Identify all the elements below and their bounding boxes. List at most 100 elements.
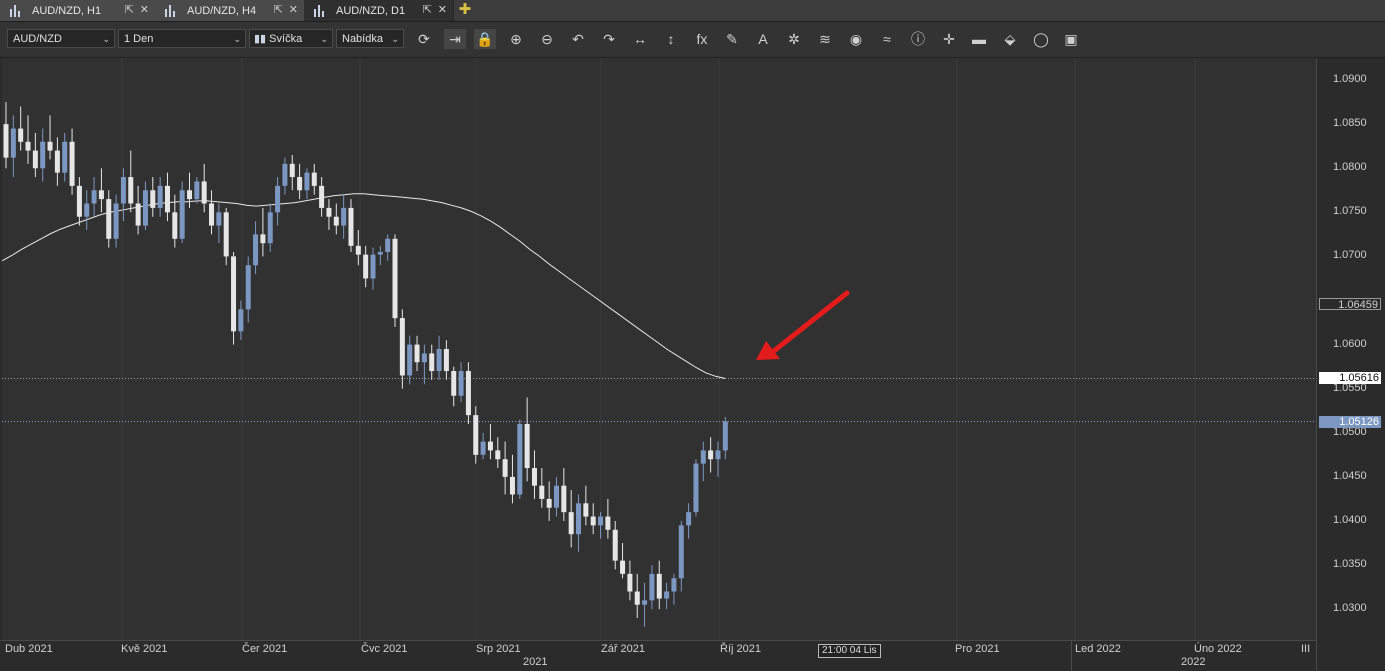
axis-corner	[1316, 640, 1385, 670]
price-chart[interactable]	[1, 58, 1316, 640]
candle-body	[179, 190, 185, 239]
tab-aud-nzd-h4[interactable]: AUD/NZD, H4 ⇱ ✕	[155, 0, 305, 21]
candle-body	[69, 141, 75, 186]
price-axis[interactable]: 1.0900 1.0850 1.0800 1.0750 1.0700 1.0600 1.05…	[1316, 58, 1385, 640]
tab-aud-nzd-d1[interactable]: AUD/NZD, D1 ⇱ ✕	[304, 0, 454, 21]
candle-body	[407, 344, 413, 376]
candle-body	[392, 238, 398, 319]
fit-horizontal-icon[interactable]: ↔	[629, 29, 651, 49]
candle-body	[554, 485, 559, 508]
fill-icon[interactable]: ⬙	[999, 29, 1021, 49]
cursor-icon[interactable]: ✛	[938, 29, 960, 49]
refresh-icon[interactable]: ⟳	[413, 29, 435, 49]
chart-type-value: Svíčka	[269, 33, 303, 45]
fit-vertical-icon[interactable]: ↕	[660, 29, 682, 49]
zoom-in-icon[interactable]: ⊕	[505, 29, 527, 49]
candle-body	[231, 256, 237, 332]
chart-icon	[10, 4, 24, 17]
eye-icon[interactable]: ◉	[845, 29, 867, 49]
candle-body	[209, 203, 215, 226]
candle-body	[451, 371, 457, 396]
zoom-out-icon[interactable]: ⊖	[536, 29, 558, 49]
candle-body	[150, 190, 156, 208]
close-icon[interactable]: ✕	[289, 3, 298, 16]
price-label-last: 1.05126	[1319, 415, 1381, 428]
detach-icon[interactable]: ⇱	[423, 3, 432, 16]
time-tick: Srp 2021	[476, 643, 521, 655]
price-tick: 1.0900	[1333, 73, 1367, 86]
candle-body	[194, 181, 200, 200]
chevron-down-icon: ⌄	[320, 34, 328, 44]
time-tick: Dub 2021	[5, 643, 53, 655]
close-icon[interactable]: ✕	[438, 3, 447, 16]
candle-body	[590, 516, 596, 526]
candle-body	[275, 185, 281, 213]
price-tick: 1.0350	[1333, 558, 1367, 571]
candle-body	[47, 141, 53, 151]
tab-aud-nzd-h1[interactable]: AUD/NZD, H1 ⇱ ✕	[0, 0, 156, 21]
candle-body	[671, 578, 677, 592]
shift-chart-icon[interactable]: ⇥	[444, 29, 466, 49]
time-tick: Led 2022	[1075, 643, 1121, 655]
detach-icon[interactable]: ⇱	[274, 3, 283, 16]
info-icon[interactable]: ⓘ	[907, 29, 929, 49]
chart-type-select[interactable]: ▮▮ Svíčka ⌄	[249, 29, 333, 48]
price-tick: 1.0300	[1333, 602, 1367, 615]
time-tick: Čer 2021	[242, 643, 288, 655]
candle-body	[539, 485, 545, 499]
year-separator	[1071, 641, 1072, 671]
settings-icon[interactable]: ◯	[1030, 29, 1052, 49]
candle-icon: ▮▮	[254, 33, 267, 45]
time-tick: Úno 2022	[1194, 643, 1242, 655]
save-icon[interactable]: ▣	[1060, 29, 1082, 49]
candle-body	[465, 371, 471, 416]
indicators-icon[interactable]: fx	[691, 29, 713, 49]
close-icon[interactable]: ✕	[140, 3, 149, 16]
candle-body	[297, 177, 303, 191]
time-tick: Kvě 2021	[121, 643, 168, 655]
candle-body	[678, 525, 684, 579]
candle-body	[524, 423, 530, 469]
time-tick: Říj 2021	[720, 643, 761, 655]
redo-icon[interactable]: ↷	[598, 29, 620, 49]
chart-style-icon[interactable]: ≈	[876, 29, 898, 49]
layers-icon[interactable]: ≋	[814, 29, 836, 49]
candle-body	[54, 150, 60, 173]
time-axis[interactable]: Dub 2021 Kvě 2021 Čer 2021 Čvc 2021 Srp 2021…	[0, 640, 1316, 671]
candle-body	[10, 128, 16, 158]
candle-body	[649, 573, 655, 601]
candle-body	[223, 212, 229, 257]
undo-icon[interactable]: ↶	[567, 29, 589, 49]
candle-body	[561, 485, 567, 513]
candle-body	[531, 468, 537, 486]
candlestick-plot[interactable]	[1, 58, 1316, 640]
lock-icon[interactable]: 🔒	[474, 29, 496, 49]
candle-body	[282, 163, 288, 186]
color-bars-icon[interactable]: ▬	[968, 29, 990, 49]
candle-body	[157, 185, 163, 208]
candle-body	[576, 503, 582, 535]
text-icon[interactable]: A	[752, 29, 774, 49]
candle-body	[348, 207, 354, 246]
detach-icon[interactable]: ⇱	[125, 3, 134, 16]
candle-body	[18, 128, 24, 142]
candle-body	[642, 600, 648, 605]
timeframe-select[interactable]: 1 Den ⌄	[118, 29, 246, 48]
pencil-icon[interactable]: ✎	[721, 29, 743, 49]
candle-body	[289, 163, 295, 178]
symbol-select[interactable]: AUD/NZD ⌄	[7, 29, 115, 48]
chart-icon	[165, 4, 179, 17]
price-side-select[interactable]: Nabídka ⌄	[336, 29, 404, 48]
candle-body	[187, 190, 192, 200]
candle-body	[517, 423, 523, 495]
candle-body	[319, 185, 325, 208]
tab-label: AUD/NZD, D1	[336, 4, 406, 17]
candle-body	[620, 560, 626, 574]
candle-body	[106, 199, 112, 239]
price-tick: 1.0400	[1333, 513, 1367, 526]
new-chart-icon[interactable]: ✚	[456, 1, 474, 19]
candle-body	[40, 141, 46, 169]
crosshair-tools-icon[interactable]: ✲	[783, 29, 805, 49]
candle-body	[216, 212, 222, 226]
tab-label: AUD/NZD, H4	[187, 4, 257, 17]
